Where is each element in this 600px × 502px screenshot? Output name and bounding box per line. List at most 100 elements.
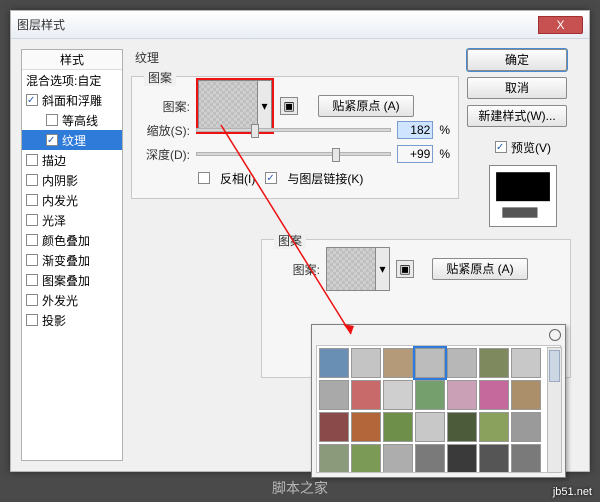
ok-button[interactable]: 确定 [467,49,567,71]
pct-label: % [439,123,450,137]
pattern-cell[interactable] [351,444,381,473]
sidebar-checkbox[interactable] [26,274,38,286]
sidebar-checkbox[interactable] [26,154,38,166]
sidebar-item-2[interactable]: 纹理 [22,130,122,150]
sidebar-item-11[interactable]: 投影 [22,310,122,330]
pattern-label-2: 图案: [270,261,320,278]
pattern-cell[interactable] [383,348,413,378]
pattern-cell[interactable] [319,444,349,473]
scale-value[interactable]: 182 [397,121,433,139]
client-area: 样式 混合选项:自定 斜面和浮雕等高线纹理描边内阴影内发光光泽颜色叠加渐变叠加图… [11,39,589,471]
sidebar-checkbox[interactable] [26,294,38,306]
main-panel: 纹理 图案 图案: ▾ ▣ 贴紧原点 (A) 缩放(S): [131,49,459,461]
sidebar-checkbox[interactable] [26,94,38,106]
pattern-cell[interactable] [511,412,541,442]
pattern-cell[interactable] [447,412,477,442]
sidebar-item-label: 斜面和浮雕 [42,92,102,109]
sidebar-checkbox[interactable] [26,174,38,186]
pattern-cell[interactable] [319,412,349,442]
pattern-cell[interactable] [479,380,509,410]
sidebar-item-4[interactable]: 内阴影 [22,170,122,190]
pattern-cell[interactable] [351,412,381,442]
section-title: 纹理 [135,49,459,66]
pattern-cell[interactable] [479,412,509,442]
pattern-cell[interactable] [415,444,445,473]
sidebar-checkbox[interactable] [26,214,38,226]
link-layer-label: 与图层链接(K) [287,170,363,187]
sidebar-checkbox[interactable] [26,314,38,326]
sidebar-item-label: 颜色叠加 [42,232,90,249]
pattern-cell[interactable] [383,380,413,410]
pattern-cell[interactable] [479,444,509,473]
pattern-swatch-2[interactable] [326,247,376,291]
pattern-cell[interactable] [383,412,413,442]
sidebar-item-label: 投影 [42,312,66,329]
pattern-panel-title: 图案 [274,232,306,249]
sidebar-item-3[interactable]: 描边 [22,150,122,170]
sidebar-item-0[interactable]: 斜面和浮雕 [22,90,122,110]
invert-label: 反相(I) [220,170,255,187]
footer-caption: 脚本之家 [0,478,600,498]
dialog-window: 图层样式 X 样式 混合选项:自定 斜面和浮雕等高线纹理描边内阴影内发光光泽颜色… [10,10,590,472]
popup-menu-icon[interactable] [549,329,561,341]
sidebar-item-9[interactable]: 图案叠加 [22,270,122,290]
cancel-button[interactable]: 取消 [467,77,567,99]
invert-checkbox[interactable] [198,172,210,184]
snap-origin-button[interactable]: 贴紧原点 (A) [318,95,414,117]
pattern-cell[interactable] [415,348,445,378]
pattern-dropdown-icon[interactable]: ▾ [258,80,272,132]
sidebar-checkbox[interactable] [26,254,38,266]
pattern-group-title: 图案 [144,69,176,86]
sidebar-item-10[interactable]: 外发光 [22,290,122,310]
sidebar-item-label: 描边 [42,152,66,169]
pattern-label: 图案: [140,98,190,115]
sidebar-item-label: 内发光 [42,192,78,209]
snap-origin-button-2[interactable]: 贴紧原点 (A) [432,258,528,280]
link-layer-checkbox[interactable] [265,172,277,184]
sidebar-checkbox[interactable] [26,234,38,246]
sidebar-blend-options[interactable]: 混合选项:自定 [22,70,122,90]
pattern-cell[interactable] [319,380,349,410]
popup-scrollbar[interactable] [547,347,562,473]
sidebar-item-8[interactable]: 渐变叠加 [22,250,122,270]
pattern-cell[interactable] [383,444,413,473]
styles-sidebar: 样式 混合选项:自定 斜面和浮雕等高线纹理描边内阴影内发光光泽颜色叠加渐变叠加图… [21,49,123,461]
sidebar-item-6[interactable]: 光泽 [22,210,122,230]
new-preset-icon-2[interactable]: ▣ [396,260,414,278]
close-button[interactable]: X [538,16,583,34]
pattern-cell[interactable] [447,380,477,410]
sidebar-item-label: 光泽 [42,212,66,229]
pattern-cell[interactable] [511,348,541,378]
pattern-cell[interactable] [351,348,381,378]
new-preset-icon[interactable]: ▣ [280,97,298,115]
pattern-cell[interactable] [351,380,381,410]
sidebar-item-7[interactable]: 颜色叠加 [22,230,122,250]
sidebar-header: 样式 [22,50,122,70]
pattern-cell[interactable] [415,380,445,410]
sidebar-checkbox[interactable] [26,194,38,206]
sidebar-item-label: 等高线 [62,112,98,129]
scale-slider[interactable] [196,128,391,132]
pattern-cell[interactable] [447,444,477,473]
depth-slider[interactable] [196,152,391,156]
pattern-cell[interactable] [447,348,477,378]
pattern-cell[interactable] [415,412,445,442]
pattern-cell[interactable] [511,380,541,410]
new-style-button[interactable]: 新建样式(W)... [467,105,567,127]
pattern-cell[interactable] [319,348,349,378]
sidebar-item-1[interactable]: 等高线 [22,110,122,130]
sidebar-item-5[interactable]: 内发光 [22,190,122,210]
titlebar[interactable]: 图层样式 X [11,11,589,39]
sidebar-checkbox[interactable] [46,114,58,126]
depth-value[interactable]: +99 [397,145,433,163]
pattern-swatch[interactable] [198,80,258,132]
preview-checkbox[interactable] [495,141,507,153]
pattern-group: 图案 图案: ▾ ▣ 贴紧原点 (A) 缩放(S): [131,76,459,199]
pattern-cell[interactable] [479,348,509,378]
sidebar-checkbox[interactable] [46,134,58,146]
pattern-dropdown-icon-2[interactable]: ▾ [376,247,390,291]
sidebar-item-label: 内阴影 [42,172,78,189]
preview-label: 预览(V) [511,139,551,156]
scale-label: 缩放(S): [140,122,190,139]
pattern-cell[interactable] [511,444,541,473]
